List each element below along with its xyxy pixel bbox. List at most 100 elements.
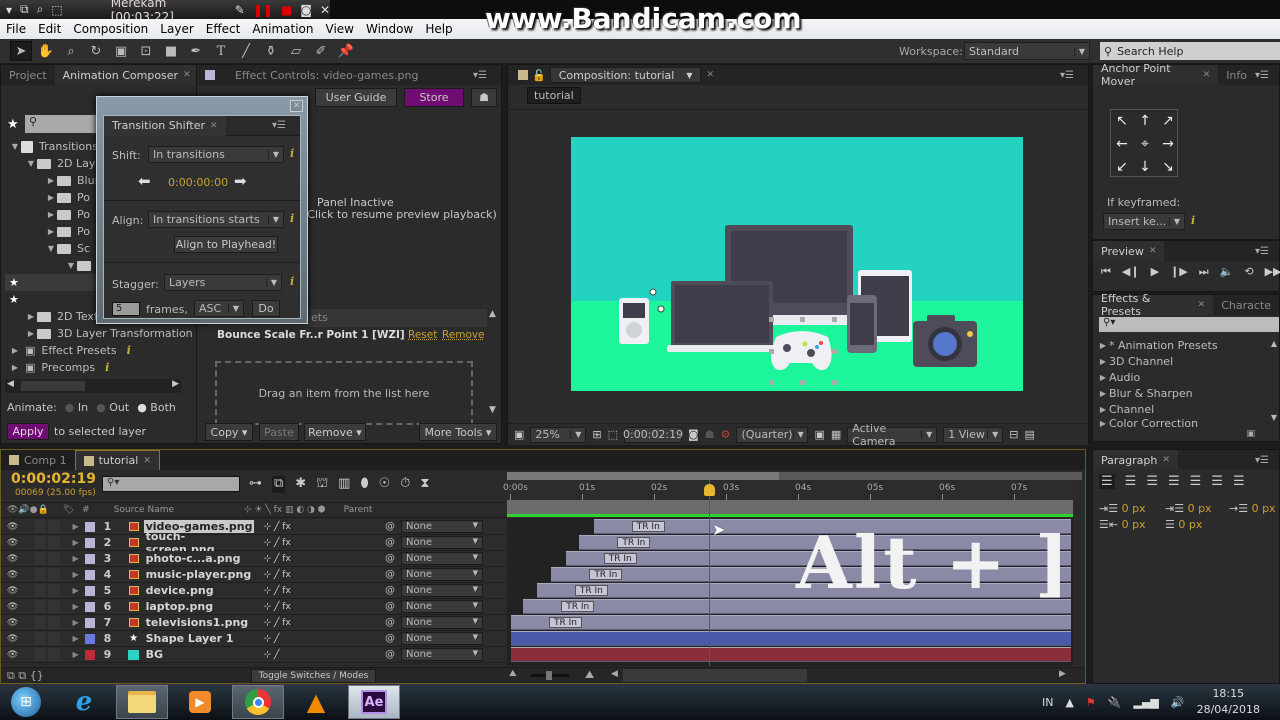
scroll-left-icon[interactable]: ◀ xyxy=(7,379,14,389)
parent-select[interactable]: None ▼ xyxy=(401,632,483,645)
fast-previews-icon[interactable]: ▣ xyxy=(814,428,824,441)
expand-layer-icon[interactable]: ▶ xyxy=(72,650,78,659)
last-frame-icon[interactable]: ⏭ xyxy=(1199,265,1209,279)
brush-tool-icon[interactable]: ╱ xyxy=(235,41,257,61)
tab-tutorial[interactable]: tutorial ✕ xyxy=(74,450,160,470)
scroll-right-icon[interactable]: ▶ xyxy=(1059,669,1066,679)
parent-select[interactable]: None ▼ xyxy=(401,648,483,661)
shift-select[interactable]: In transitions ▼ xyxy=(148,146,284,163)
parent-select[interactable]: None ▼ xyxy=(401,616,483,629)
tab-effects-presets[interactable]: Effects & Presets ✕ xyxy=(1093,292,1214,318)
store-button[interactable]: Store xyxy=(404,88,464,107)
transparency-grid-icon[interactable]: ▦ xyxy=(831,428,841,441)
lock-checkbox[interactable] xyxy=(48,552,61,565)
snapshot-icon[interactable]: ◙ xyxy=(688,428,699,441)
layer-label-color[interactable] xyxy=(84,521,95,532)
channels-icon[interactable]: ⚙ xyxy=(721,428,731,441)
time-ruler[interactable]: 0:00s 01s 02s 03s 04s 05s 06s 07s xyxy=(503,480,1073,500)
indent-first-line[interactable]: →☰ 0 px xyxy=(1229,502,1276,515)
parent-select[interactable]: None ▼ xyxy=(401,584,483,597)
expand-layer-icon[interactable]: ▶ xyxy=(72,586,78,595)
solo-checkbox[interactable] xyxy=(34,552,47,565)
align-center-icon[interactable]: ☰ xyxy=(1125,474,1137,489)
layer-row[interactable]: 👁 ▶ 5 device.png ⊹ ╱ fx @ None ▼ xyxy=(1,583,506,599)
effects-item[interactable]: ▶ Channel xyxy=(1097,401,1269,417)
expand-layer-icon[interactable]: ▶ xyxy=(72,538,78,547)
tab-anchor-point-mover[interactable]: Anchor Point Mover ✕ xyxy=(1093,62,1219,88)
layer-label-color[interactable] xyxy=(84,633,95,644)
tab-comp-1[interactable]: Comp 1 xyxy=(1,450,75,470)
first-frame-icon[interactable]: ⏮ xyxy=(1101,265,1111,279)
layer-name[interactable]: laptop.png xyxy=(144,600,254,613)
network-signal-icon[interactable]: ▂▄▆ xyxy=(1134,696,1159,709)
anchor-bottom-right-icon[interactable]: ↘ xyxy=(1157,156,1179,178)
info-icon[interactable]: i xyxy=(105,361,109,374)
reset-link[interactable]: Reset xyxy=(408,329,437,341)
indent-right[interactable]: ⇥☰ 0 px xyxy=(1165,502,1212,515)
solo-checkbox[interactable] xyxy=(34,616,47,629)
indent-left[interactable]: ⇥☰ 0 px xyxy=(1099,502,1146,515)
tr-in-marker[interactable]: TR In xyxy=(617,537,651,548)
close-icon[interactable]: ✕ xyxy=(1162,455,1170,465)
taskbar-chrome[interactable] xyxy=(232,685,284,719)
layer-row[interactable]: 👁 ▶ 6 laptop.png ⊹ ╱ fx @ None ▼ xyxy=(1,599,506,615)
search-icon[interactable]: ⌕ xyxy=(37,2,44,17)
solo-checkbox[interactable] xyxy=(34,536,47,549)
close-icon[interactable]: ✕ xyxy=(210,121,218,131)
layer-row[interactable]: 👁 ▶ 9 BG ⊹ ╱ @ None ▼ xyxy=(1,647,506,663)
work-area-range[interactable] xyxy=(507,472,779,480)
layer-duration-bar[interactable] xyxy=(511,647,1071,662)
comp-breadcrumb[interactable]: tutorial xyxy=(527,87,581,104)
layer-label-color[interactable] xyxy=(84,553,95,564)
parent-select[interactable]: None ▼ xyxy=(401,520,483,533)
zoom-select[interactable]: 25% ▼ xyxy=(530,426,587,443)
space-after[interactable]: ☰ 0 px xyxy=(1165,518,1202,531)
visibility-eye-icon[interactable]: 👁 xyxy=(7,522,18,532)
chevron-down-icon[interactable]: ▼ xyxy=(686,71,692,80)
graph-editor-icon[interactable]: ⧗ xyxy=(420,476,429,493)
layer-duration-bar[interactable] xyxy=(511,615,1071,630)
scroll-right-icon[interactable]: ▶ xyxy=(172,379,179,389)
pan-behind-tool-icon[interactable]: ⊡ xyxy=(135,41,157,61)
layer-label-color[interactable] xyxy=(84,537,95,548)
tab-project[interactable]: Project xyxy=(1,65,55,85)
layer-search-input[interactable]: ⚲▾ xyxy=(102,476,240,492)
play-icon[interactable]: ▶ xyxy=(1151,265,1159,279)
roto-brush-tool-icon[interactable]: ✐ xyxy=(310,41,332,61)
effects-item[interactable]: ▶ Color Correction xyxy=(1097,417,1269,429)
tr-in-marker[interactable]: TR In xyxy=(574,585,608,596)
visibility-eye-icon[interactable]: 👁 xyxy=(7,618,18,628)
solo-checkbox[interactable] xyxy=(34,600,47,613)
layer-name[interactable]: Shape Layer 1 xyxy=(144,632,254,645)
layer-name[interactable]: photo-c...a.png xyxy=(144,552,254,565)
info-icon[interactable]: i xyxy=(290,147,294,160)
layer-row[interactable]: 👁 ▶ 8 ★ Shape Layer 1 ⊹ ╱ @ None ▼ xyxy=(1,631,506,647)
justify-last-right-icon[interactable]: ☰ xyxy=(1211,474,1223,489)
zoom-out-icon[interactable]: ⛰ xyxy=(509,669,517,679)
indent-left-value[interactable]: 0 px xyxy=(1122,502,1146,515)
parent-select[interactable]: None ▼ xyxy=(401,568,483,581)
justify-all-icon[interactable]: ☰ xyxy=(1233,474,1245,489)
tr-in-marker[interactable]: TR In xyxy=(561,601,595,612)
tab-transition-shifter[interactable]: Transition Shifter ✕ xyxy=(104,115,226,136)
anchor-center-icon[interactable]: ⌖ xyxy=(1134,133,1156,155)
apply-button[interactable]: Apply xyxy=(7,423,49,440)
clone-stamp-tool-icon[interactable]: ⚱ xyxy=(260,41,282,61)
column-parent[interactable]: Parent xyxy=(344,505,373,515)
layer-label-color[interactable] xyxy=(84,649,95,660)
visibility-eye-icon[interactable]: 👁 xyxy=(7,554,18,564)
rectangle-tool-icon[interactable]: ■ xyxy=(160,41,182,61)
anchor-bottom-icon[interactable]: ↓ xyxy=(1134,156,1156,178)
layer-row[interactable]: 👁 ▶ 4 music-player.png ⊹ ╱ fx @ None ▼ xyxy=(1,567,506,583)
layer-switches[interactable]: ⊹ ╱ xyxy=(264,634,280,644)
layer-name[interactable]: music-player.png xyxy=(144,568,254,581)
layer-duration-bar[interactable] xyxy=(511,631,1071,646)
layer-label-color[interactable] xyxy=(84,601,95,612)
pickwhip-icon[interactable]: @ xyxy=(385,569,395,580)
camera-icon[interactable]: ◙ xyxy=(300,3,312,17)
panel-menu-icon[interactable]: ▾☰ xyxy=(1255,246,1269,257)
order-select[interactable]: ASC ▼ xyxy=(194,300,244,317)
radio-in[interactable]: ● In xyxy=(65,401,88,414)
menu-animation[interactable]: Animation xyxy=(246,22,319,36)
layer-row[interactable]: 👁 ▶ 2 touch-screen.png ⊹ ╱ fx @ None ▼ xyxy=(1,530,506,556)
